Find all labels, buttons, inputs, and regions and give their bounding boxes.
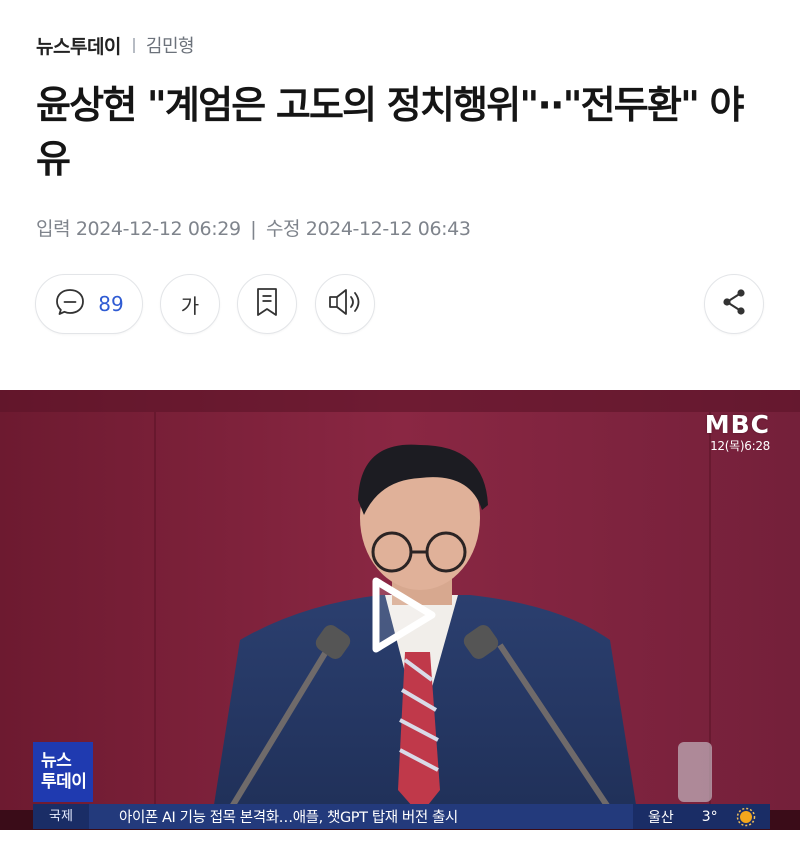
audio-icon [327, 287, 363, 321]
bookmark-button[interactable] [237, 274, 297, 334]
comment-icon [54, 287, 86, 321]
broadcast-time: 12(목)6:28 [710, 439, 770, 453]
program-logo: 뉴스 투데이 [33, 742, 93, 802]
share-icon [720, 287, 748, 321]
comment-count: 89 [98, 292, 124, 316]
program-logo-line1: 뉴스 [41, 751, 72, 771]
article-meta: 입력 2024-12-12 06:29 | 수정 2024-12-12 06:4… [36, 214, 471, 241]
share-button[interactable] [704, 274, 764, 334]
ticker-headline: 아이폰 AI 기능 접목 본격화…애플, 챗GPT 탑재 버전 출시 [119, 810, 458, 826]
author-name[interactable]: 김민형 [146, 32, 195, 58]
bookmark-icon [254, 287, 280, 321]
weather-box: 울산 3° [633, 804, 770, 829]
input-label: 입력 [36, 218, 71, 240]
article-header: 뉴스투데이 김민형 [36, 28, 195, 62]
input-time: 2024-12-12 06:29 [75, 218, 241, 240]
ticker-category: 국제 [33, 804, 89, 829]
article-title: 윤상현 "계엄은 고도의 정치행위"··"전두환" 야유 [36, 83, 745, 181]
font-size-icon: 가 [180, 293, 200, 318]
play-button[interactable] [366, 575, 438, 659]
weather-city: 울산 [648, 809, 674, 826]
meta-divider: | [250, 218, 257, 240]
weather-temp: 3° [701, 808, 718, 825]
edit-time: 2024-12-12 06:43 [305, 218, 471, 240]
channel-logo: MBC [704, 410, 770, 439]
font-size-button[interactable]: 가 [160, 274, 220, 334]
audio-button[interactable] [315, 274, 375, 334]
divider [132, 37, 135, 53]
brand-name[interactable]: 뉴스투데이 [36, 32, 121, 59]
edit-label: 수정 [265, 218, 301, 240]
sun-icon [736, 807, 756, 827]
comment-button[interactable]: 89 [35, 274, 143, 334]
news-ticker: 국제 아이폰 AI 기능 접목 본격화…애플, 챗GPT 탑재 버전 출시 울산… [33, 804, 770, 829]
play-icon [372, 577, 436, 653]
program-logo-line2: 투데이 [41, 772, 87, 792]
